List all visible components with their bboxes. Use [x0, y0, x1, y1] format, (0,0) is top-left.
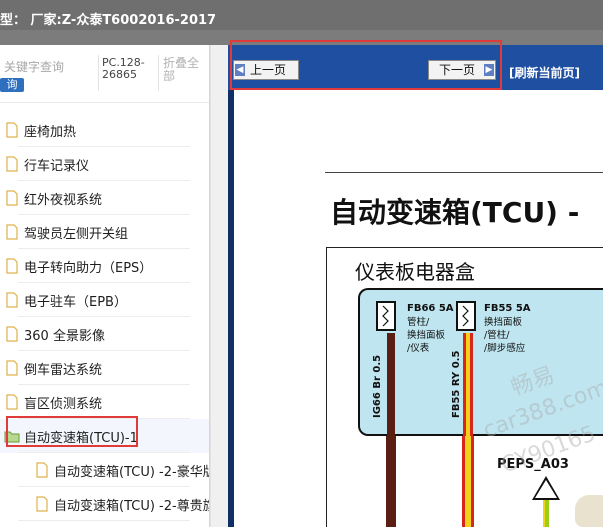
- folder-doc-icon: [34, 496, 50, 512]
- tree-item-label: 自动变速箱(TCU) -2-尊贵旗舰: [54, 498, 209, 514]
- tree-item-selected[interactable]: 自动变速箱(TCU)-1: [0, 419, 209, 453]
- tree-item[interactable]: 盲区侦测系统: [0, 385, 209, 419]
- tree-item-label: 360 全景影像: [24, 328, 105, 344]
- tree-item[interactable]: 座椅加热: [0, 113, 209, 147]
- tree-item[interactable]: 红外夜视系统: [0, 181, 209, 215]
- tree-item-child[interactable]: 自动变速箱(TCU) -2-尊贵旗舰: [0, 487, 209, 521]
- tree-item-label: 红外夜视系统: [24, 192, 103, 208]
- app-window: 型： 厂家:Z-众泰T6002016-2017 询 PC.128- 26865 …: [0, 0, 603, 527]
- wire-red-yellow-lower: [462, 436, 474, 527]
- tree-item-child[interactable]: 自动变速箱(TCU) -2-豪华版: [0, 453, 210, 487]
- tree-item[interactable]: 电子转向助力（EPS）: [0, 249, 209, 283]
- tree-item-label: 自动变速箱(TCU)-1: [24, 430, 138, 446]
- tree-item[interactable]: 驾驶员左侧开关组: [0, 215, 209, 249]
- document-title: 自动变速箱(TCU) -: [330, 196, 580, 229]
- refresh-page-link[interactable]: [刷新当前页]: [509, 64, 580, 81]
- folder-doc-icon: [4, 326, 20, 342]
- tree-item[interactable]: 倒车雷达系统: [0, 351, 209, 385]
- tree-item[interactable]: 行车记录仪: [0, 147, 209, 181]
- tree-item-label: 自动变速箱(TCU) -2-豪华版: [54, 464, 210, 480]
- title-band: [0, 30, 603, 45]
- wire-label: FB55 RY 0.5: [451, 350, 462, 418]
- folder-doc-icon: [4, 292, 20, 308]
- prev-page-label: 上一页: [250, 63, 287, 77]
- arrow-left-icon: ◀: [235, 64, 245, 76]
- next-page-label: 下一页: [439, 63, 476, 77]
- tree-item-label: 行车记录仪: [24, 158, 90, 174]
- tree-divider: [18, 520, 190, 521]
- tree-item-label: 盲区侦测系统: [24, 396, 103, 412]
- wire-label: IG66 Br 0.5: [372, 354, 383, 418]
- connector-triangle-inner: [535, 480, 557, 498]
- sidebar-scrollbar[interactable]: [210, 45, 228, 527]
- page-rule: [325, 172, 603, 173]
- collapse-all-button[interactable]: 折叠全 部: [163, 57, 203, 83]
- search-area: 询 PC.128- 26865 折叠全 部: [0, 45, 209, 103]
- fuse-description: 换挡面板 /管柱/ /脚步感应: [484, 317, 526, 354]
- search-input[interactable]: [0, 57, 90, 77]
- title-bar: 型： 厂家:Z-众泰T6002016-2017: [0, 0, 603, 45]
- query-button[interactable]: 询: [0, 78, 24, 92]
- fuse-code: FB66 5A: [407, 303, 454, 314]
- folder-doc-icon: [4, 360, 20, 376]
- fuse-icon: [376, 301, 396, 331]
- next-page-button[interactable]: 下一页 ▶: [428, 60, 496, 80]
- wire-red-yellow: [463, 333, 473, 436]
- tree-item-label: 电子转向助力（EPS）: [24, 260, 153, 276]
- folder-doc-icon: [4, 394, 20, 410]
- folder-doc-icon: [4, 122, 20, 138]
- folder-doc-icon: [4, 190, 20, 206]
- prev-page-button[interactable]: ◀ 上一页: [233, 60, 299, 80]
- folder-doc-icon: [4, 156, 20, 172]
- folder-doc-icon: [34, 462, 50, 478]
- component-shape: [575, 495, 603, 527]
- tree-item-label: 电子驻车（EPB）: [24, 294, 127, 310]
- tree-item-label: 座椅加热: [24, 124, 77, 140]
- diagram-heading: 仪表板电器盒: [355, 260, 475, 284]
- wire-brown: [387, 333, 395, 436]
- folder-doc-icon: [4, 258, 20, 274]
- arrow-right-icon: ▶: [484, 64, 494, 76]
- connector-label: PEPS_A03: [497, 457, 569, 472]
- tree-item[interactable]: 360 全景影像: [0, 317, 209, 351]
- sidebar: 询 PC.128- 26865 折叠全 部 座椅加热 行车记录仪 红外夜视系统: [0, 45, 210, 527]
- wire-green: [543, 500, 549, 527]
- open-folder-icon: [4, 428, 20, 444]
- tree-item[interactable]: 电子驻车（EPB）: [0, 283, 209, 317]
- search-divider: [98, 55, 99, 91]
- pc-code: PC.128- 26865: [102, 56, 145, 81]
- wire-brown-lower: [386, 436, 396, 527]
- tree-item-label: 驾驶员左侧开关组: [24, 226, 129, 242]
- fuse-code: FB55 5A: [484, 303, 531, 314]
- fuse-icon: [456, 301, 476, 331]
- collapse-divider: [158, 55, 159, 91]
- window-title: 型： 厂家:Z-众泰T6002016-2017: [0, 13, 217, 28]
- fuse-description: 管柱/ 换挡面板 /仪表: [407, 317, 446, 354]
- folder-doc-icon: [4, 224, 20, 240]
- tree-item-label: 倒车雷达系统: [24, 362, 103, 378]
